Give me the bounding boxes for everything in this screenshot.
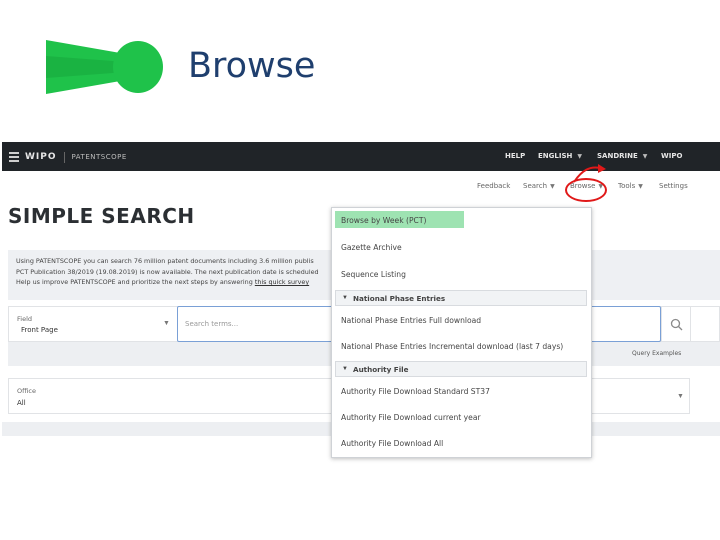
wipo-brand[interactable]: WIPO PATENTSCOPE: [8, 150, 127, 164]
help-menu[interactable]: HELP: [505, 152, 525, 160]
language-label: ENGLISH: [538, 152, 573, 160]
search-menu-label: Search: [523, 182, 548, 190]
menu-item-npe-full[interactable]: National Phase Entries Full download: [341, 316, 481, 325]
chevron-down-icon: ▼: [163, 320, 170, 327]
wipo-emblem-icon: [9, 152, 19, 162]
field-value: Front Page: [21, 326, 58, 334]
menu-item-af-standard[interactable]: Authority File Download Standard ST37: [341, 387, 490, 396]
chevron-down-icon: ▼: [342, 366, 348, 372]
search-placeholder: Search terms...: [185, 320, 239, 328]
wipo-logo-text: WIPO: [25, 152, 57, 162]
search-button[interactable]: [661, 306, 691, 342]
page-title: SIMPLE SEARCH: [8, 204, 195, 228]
menu-section-national-phase[interactable]: ▼ National Phase Entries: [335, 290, 587, 306]
menu-item-sequence-listing[interactable]: Sequence Listing: [341, 270, 406, 279]
user-menu[interactable]: SANDRINE ▼: [597, 152, 647, 160]
settings-link[interactable]: Settings: [659, 182, 688, 190]
language-menu[interactable]: ENGLISH ▼: [538, 152, 582, 160]
chevron-down-icon: ▼: [638, 183, 643, 190]
section-label-national-phase: National Phase Entries: [353, 294, 446, 303]
user-name: SANDRINE: [597, 152, 638, 160]
search-menu[interactable]: Search ▼: [523, 182, 555, 190]
menu-item-af-current[interactable]: Authority File Download current year: [341, 413, 481, 422]
office-value: All: [17, 399, 26, 407]
patentscope-logo-text: PATENTSCOPE: [71, 153, 127, 161]
menu-item-af-all[interactable]: Authority File Download All: [341, 439, 443, 448]
query-examples-link[interactable]: Query Examples: [632, 350, 681, 357]
browse-dropdown-menu: Browse by Week (PCT) Gazette Archive Seq…: [331, 207, 592, 458]
office-label: Office: [17, 387, 36, 395]
section-label-authority-file: Authority File: [353, 365, 409, 374]
red-arrow-annotation: [573, 164, 606, 183]
menu-item-npe-incremental[interactable]: National Phase Entries Incremental downl…: [341, 342, 563, 351]
feedback-link[interactable]: Feedback: [477, 182, 510, 190]
patentscope-horn-logo: [46, 40, 163, 94]
top-navigation-bar: WIPO PATENTSCOPE HELP ENGLISH ▼ SANDRINE ▼…: [2, 142, 720, 171]
menu-item-gazette-archive[interactable]: Gazette Archive: [341, 243, 402, 252]
survey-text: Help us improve PATENTSCOPE and prioriti…: [16, 278, 255, 286]
brand-divider: [63, 151, 65, 163]
tools-menu-label: Tools: [618, 182, 636, 190]
chevron-down-icon: ▼: [342, 295, 348, 301]
chevron-down-icon: ▼: [550, 183, 555, 190]
chevron-down-icon: ▼: [642, 153, 648, 160]
chevron-down-icon: ▼: [577, 153, 582, 160]
slide-title: Browse: [188, 46, 316, 86]
wipo-link[interactable]: WIPO: [661, 152, 682, 160]
search-icon: [670, 318, 682, 330]
menu-section-authority-file[interactable]: ▼ Authority File: [335, 361, 587, 377]
tools-menu[interactable]: Tools ▼: [618, 182, 643, 190]
chevron-down-icon: ▼: [677, 393, 684, 400]
menu-item-browse-by-week[interactable]: Browse by Week (PCT): [341, 216, 426, 225]
field-label: Field: [17, 315, 33, 323]
survey-link[interactable]: this quick survey: [255, 278, 309, 286]
